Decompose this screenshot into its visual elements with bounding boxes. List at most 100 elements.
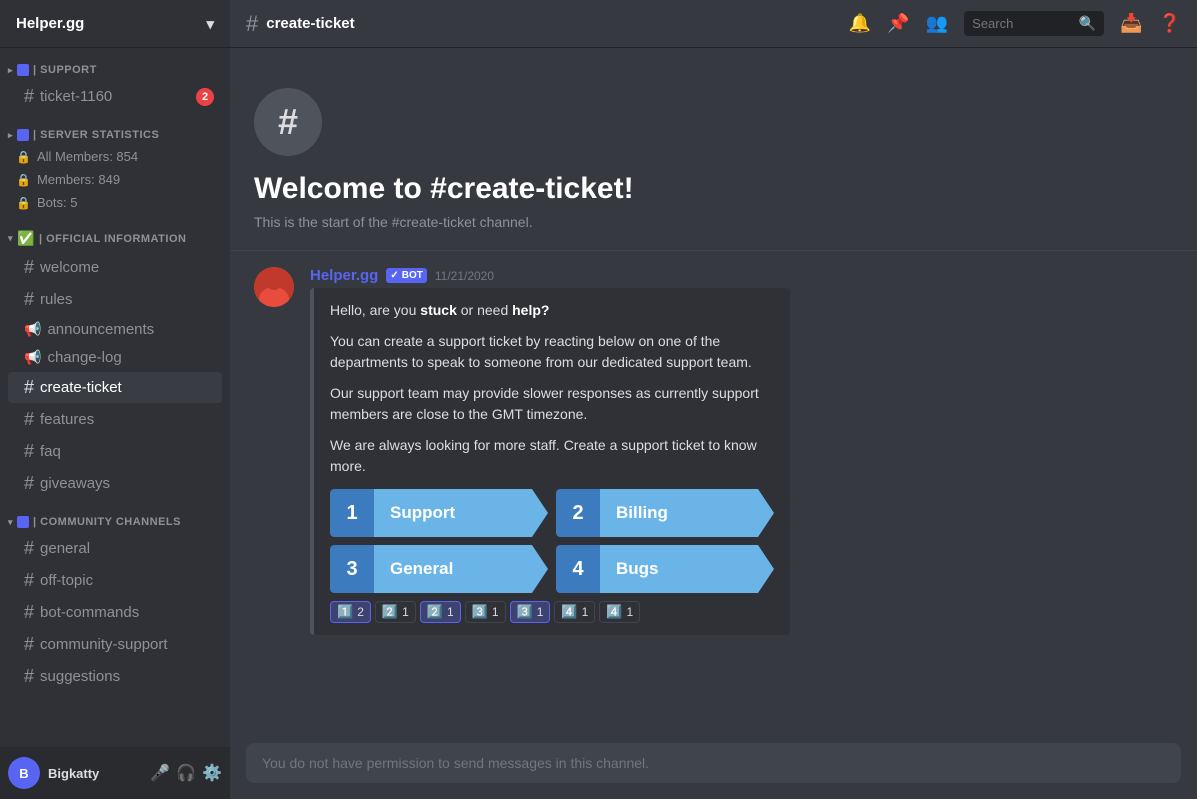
ticket-num-1: 1 <box>330 489 374 537</box>
channel-label: off-topic <box>40 572 93 589</box>
hash-icon: # <box>24 409 34 430</box>
username: Bigkatty <box>48 766 142 781</box>
channel-rules[interactable]: # rules <box>8 284 222 315</box>
category-community-channels-label: | COMMUNITY CHANNELS <box>33 516 181 528</box>
members-icon[interactable]: 👥 <box>926 13 948 34</box>
ticket-btn-general[interactable]: 3 General <box>330 545 548 593</box>
reaction-4-inactive[interactable]: 4️⃣ 1 <box>554 601 595 623</box>
chat-input-bar: You do not have permission to send messa… <box>230 735 1197 799</box>
ticket-btn-support[interactable]: 1 Support <box>330 489 548 537</box>
bot-badge: ✓ BOT <box>386 268 427 283</box>
ticket-num-3: 3 <box>330 545 374 593</box>
ticket-label-general: General <box>374 545 548 593</box>
reaction-4b-inactive[interactable]: 4️⃣ 1 <box>599 601 640 623</box>
reaction-4b-count: 1 <box>626 605 633 619</box>
category-community-channels[interactable]: ▾ | COMMUNITY CHANNELS <box>0 500 230 532</box>
stat-members: 🔒 Members: 849 <box>0 168 230 191</box>
welcome-description: This is the start of the #create-ticket … <box>254 214 1173 230</box>
notification-bell-icon[interactable]: 🔔 <box>849 13 871 34</box>
embed-line4: We are always looking for more staff. Cr… <box>330 435 774 477</box>
settings-icon[interactable]: ⚙️ <box>202 763 222 783</box>
reaction-3-inactive[interactable]: 3️⃣ 1 <box>465 601 506 623</box>
ticket-label-billing: Billing <box>600 489 774 537</box>
channel-community-support[interactable]: # community-support <box>8 629 222 660</box>
category-collapse-icon: ▸ <box>8 65 13 76</box>
channel-welcome[interactable]: # welcome <box>8 252 222 283</box>
channel-features[interactable]: # features <box>8 404 222 435</box>
channel-label: features <box>40 411 94 428</box>
category-collapse-icon: ▾ <box>8 233 13 244</box>
megaphone-icon: 📢 <box>24 349 41 366</box>
ticket-btn-billing[interactable]: 2 Billing <box>556 489 774 537</box>
megaphone-icon: 📢 <box>24 321 41 338</box>
channel-faq[interactable]: # faq <box>8 436 222 467</box>
unread-badge: 2 <box>196 88 214 106</box>
channel-label: announcements <box>47 321 154 338</box>
embed-line1: Hello, are you stuck or need help? <box>330 300 774 321</box>
ticket-label-bugs: Bugs <box>600 545 774 593</box>
stat-members-label: Members: 849 <box>37 172 120 187</box>
category-server-statistics[interactable]: ▸ | SERVER STATISTICS <box>0 113 230 145</box>
lock-icon: 🔒 <box>16 196 31 210</box>
messages-list: Helper.gg ✓ BOT 11/21/2020 Hello, are yo… <box>230 251 1197 735</box>
channel-create-ticket[interactable]: # create-ticket <box>8 372 222 403</box>
stat-bots: 🔒 Bots: 5 <box>0 191 230 214</box>
channel-label: welcome <box>40 259 99 276</box>
message-author-name: Helper.gg <box>310 267 378 284</box>
search-input[interactable] <box>972 16 1071 31</box>
reaction-2-active[interactable]: 2️⃣ 1 <box>420 601 461 623</box>
chat-input-disabled-message: You do not have permission to send messa… <box>246 743 1181 783</box>
topbar: # create-ticket 🔔 📌 👥 🔍 📥 ❓ <box>230 0 1197 48</box>
reaction-1-active[interactable]: 1️⃣ 2 <box>330 601 371 623</box>
bot-label: BOT <box>402 270 423 281</box>
help-icon[interactable]: ❓ <box>1159 13 1181 34</box>
footer-controls: 🎤 🎧 ⚙️ <box>150 763 222 783</box>
channel-label: general <box>40 540 90 557</box>
message-body: Helper.gg ✓ BOT 11/21/2020 Hello, are yo… <box>310 267 1173 635</box>
ticket-label-support: Support <box>374 489 548 537</box>
reaction-2-inactive[interactable]: 2️⃣ 1 <box>375 601 416 623</box>
category-support[interactable]: ▸ | SUPPORT <box>0 48 230 80</box>
reaction-4-emoji: 4️⃣ <box>561 604 577 620</box>
search-bar[interactable]: 🔍 <box>964 11 1104 36</box>
channel-label: faq <box>40 443 61 460</box>
channel-giveaways[interactable]: # giveaways <box>8 468 222 499</box>
reaction-3-active[interactable]: 3️⃣ 1 <box>510 601 551 623</box>
stat-bots-label: Bots: 5 <box>37 195 77 210</box>
ticket-num-4: 4 <box>556 545 600 593</box>
ticket-btn-bugs[interactable]: 4 Bugs <box>556 545 774 593</box>
chevron-down-icon: ▾ <box>206 15 214 33</box>
channel-off-topic[interactable]: # off-topic <box>8 565 222 596</box>
channel-bot-commands[interactable]: # bot-commands <box>8 597 222 628</box>
pin-icon[interactable]: 📌 <box>887 13 909 34</box>
channel-general[interactable]: # general <box>8 533 222 564</box>
channel-label: suggestions <box>40 668 120 685</box>
chat-area: # Welcome to #create-ticket! This is the… <box>230 48 1197 799</box>
message-timestamp: 11/21/2020 <box>435 269 494 283</box>
user-footer: B Bigkatty 🎤 🎧 ⚙️ <box>0 747 230 799</box>
category-official-information[interactable]: ▾ ✅ | OFFICIAL INFORMATION <box>0 214 230 251</box>
inbox-icon[interactable]: 📥 <box>1120 13 1142 34</box>
channel-ticket-1160[interactable]: # ticket-1160 2 <box>8 81 222 112</box>
microphone-icon[interactable]: 🎤 <box>150 763 170 783</box>
hash-icon: # <box>24 377 34 398</box>
reactions-row: 1️⃣ 2 2️⃣ 1 2️⃣ 1 <box>330 601 774 623</box>
channel-suggestions[interactable]: # suggestions <box>8 661 222 692</box>
channel-label: rules <box>40 291 73 308</box>
hash-icon: # <box>24 473 34 494</box>
channel-list: ▸ | SUPPORT # ticket-1160 2 ▸ | SERVER S… <box>0 48 230 747</box>
message-header: Helper.gg ✓ BOT 11/21/2020 <box>310 267 1173 284</box>
reaction-2-emoji: 2️⃣ <box>382 604 398 620</box>
hash-icon: # <box>24 602 34 623</box>
sidebar: Helper.gg ▾ ▸ | SUPPORT # ticket-1160 2 … <box>0 0 230 799</box>
channel-announcements[interactable]: 📢 announcements <box>8 316 222 343</box>
topbar-channel-name: # create-ticket <box>246 11 355 37</box>
avatar: B <box>8 757 40 789</box>
server-name: Helper.gg <box>16 15 84 32</box>
reaction-2b-emoji: 2️⃣ <box>427 604 443 620</box>
lock-icon: 🔒 <box>16 173 31 187</box>
channel-change-log[interactable]: 📢 change-log <box>8 344 222 371</box>
channel-label: bot-commands <box>40 604 139 621</box>
headphone-icon[interactable]: 🎧 <box>176 763 196 783</box>
server-header[interactable]: Helper.gg ▾ <box>0 0 230 48</box>
